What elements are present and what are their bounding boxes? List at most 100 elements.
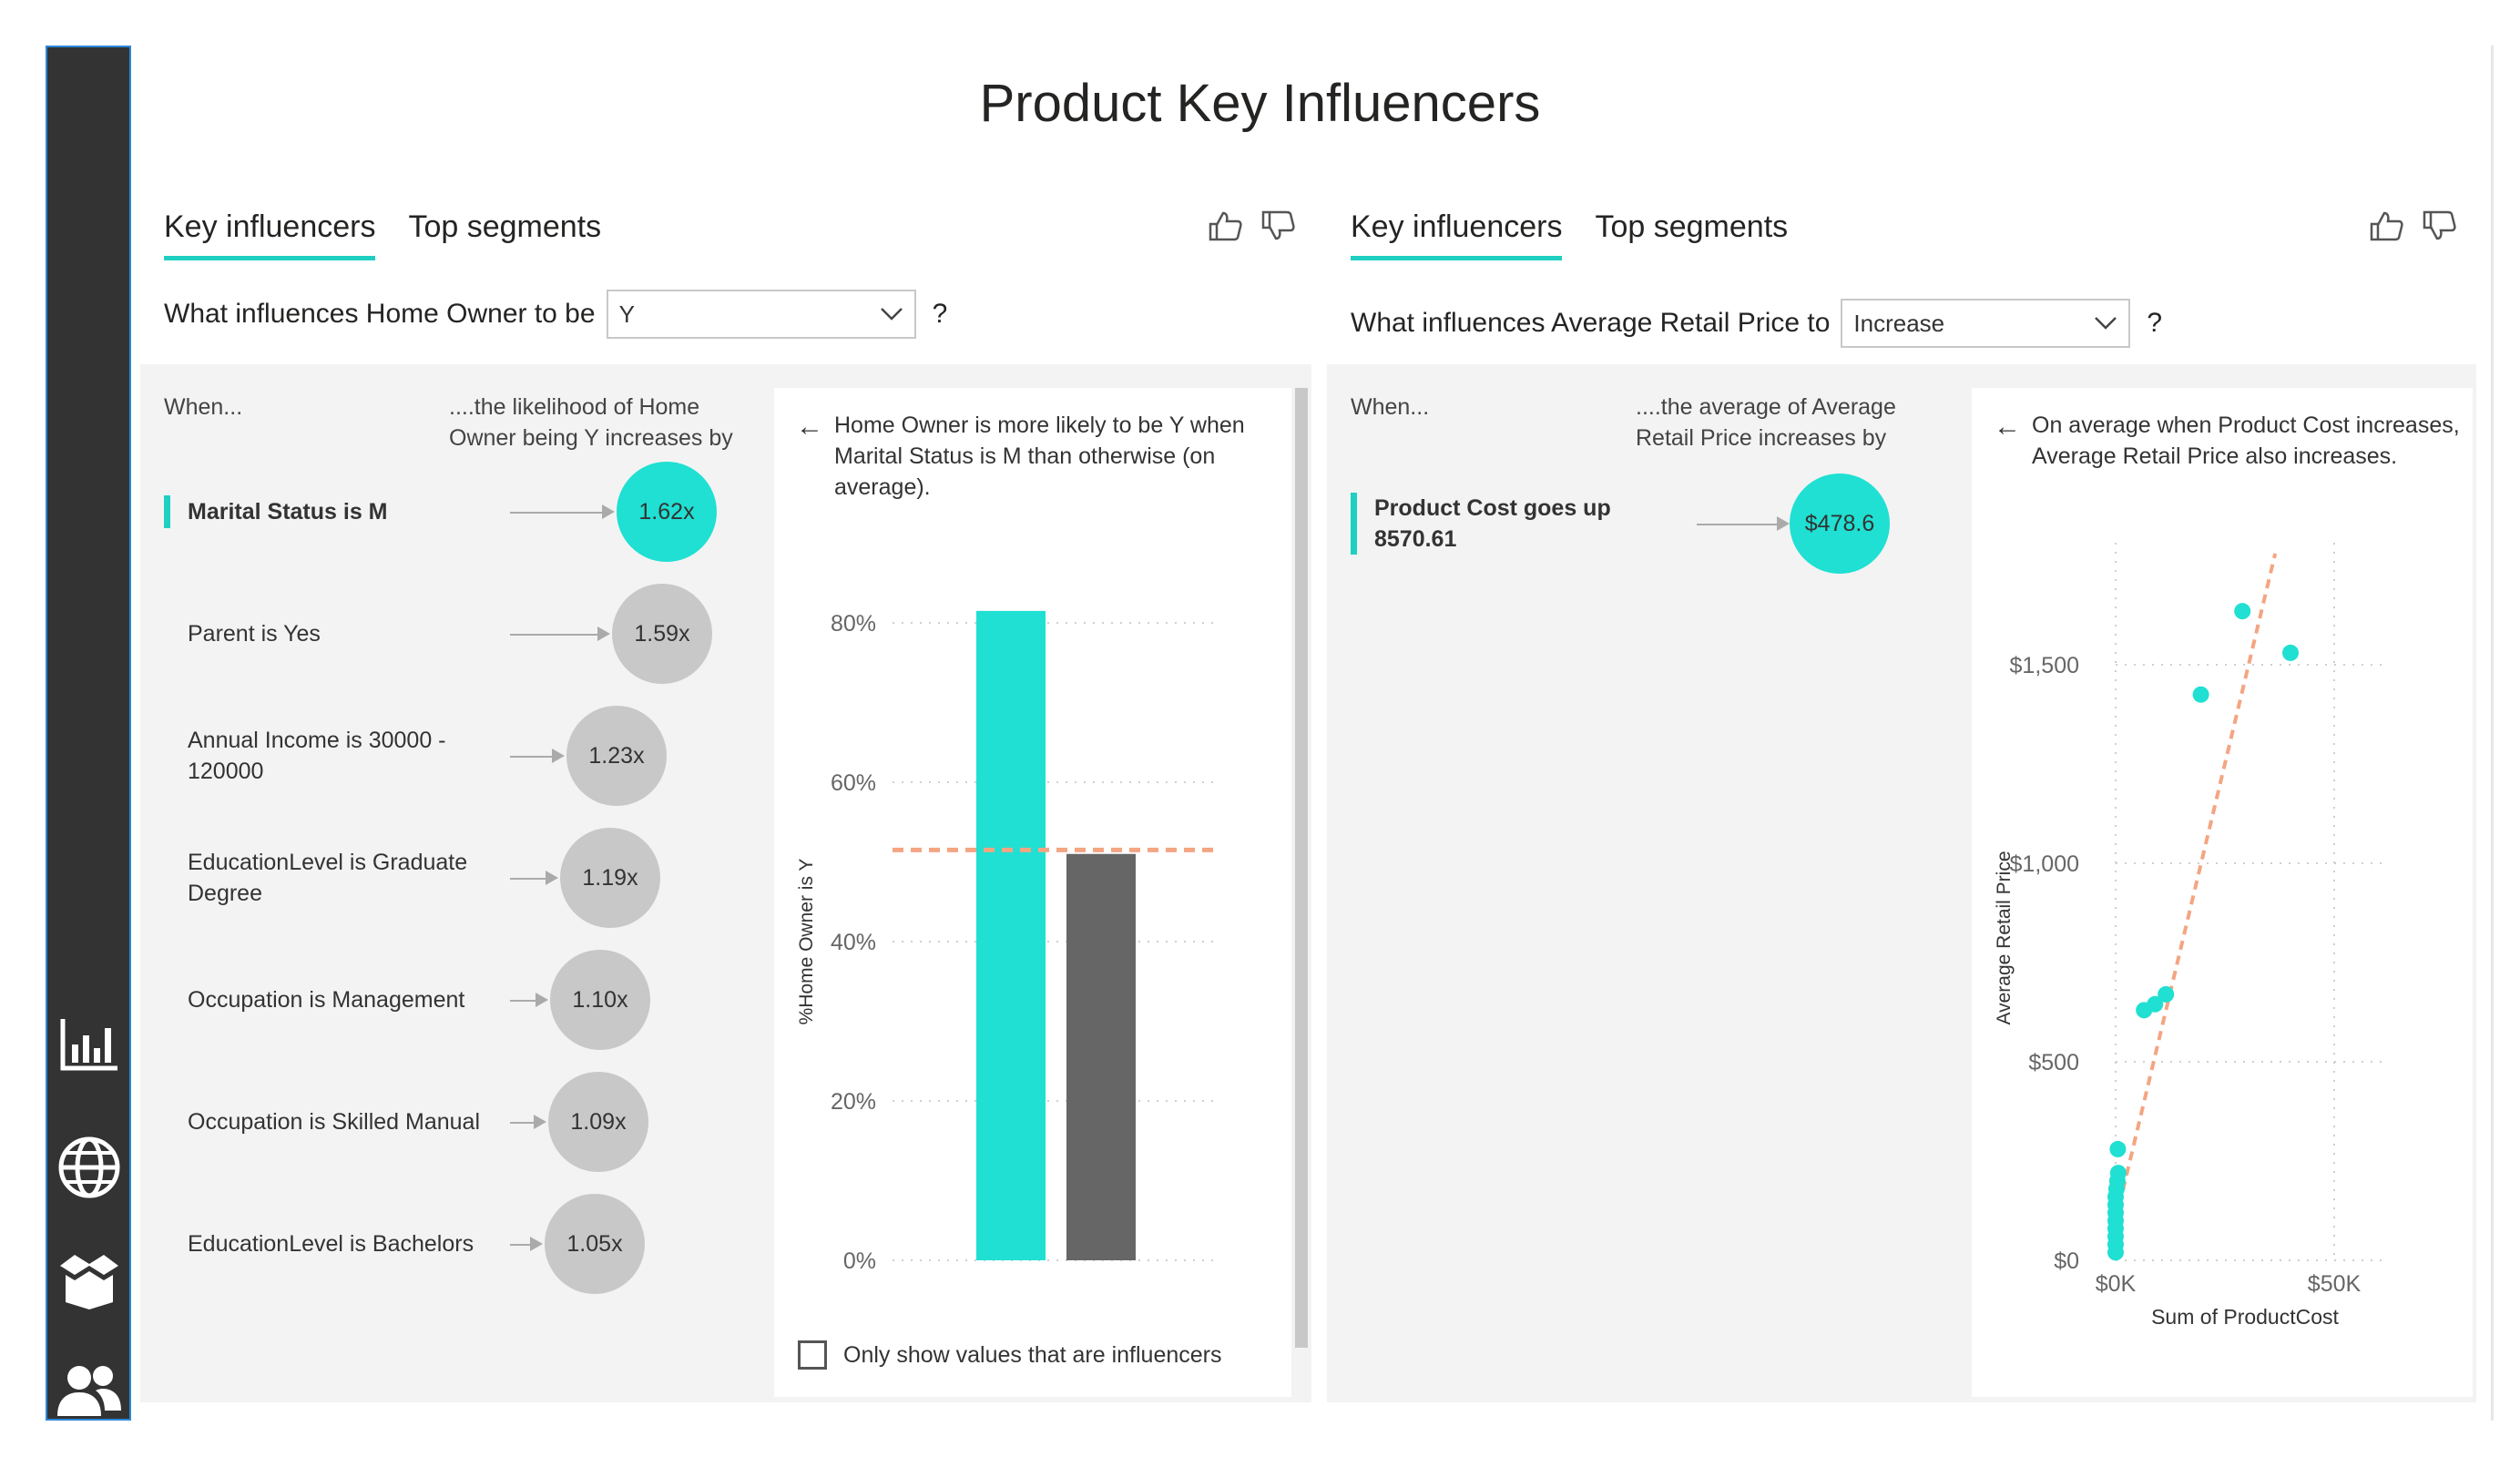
influencer-detail-card: ← Home Owner is more likely to be Y when…: [774, 388, 1291, 1397]
chevron-down-icon: [2095, 317, 2117, 330]
effect-header-line2: Owner being Y increases by: [449, 425, 733, 451]
y-tick-label: 0%: [843, 1248, 876, 1271]
feedback-buttons: [2368, 209, 2457, 242]
x-tick-label: $0K: [2096, 1271, 2137, 1297]
influencer-label: Annual Income is 30000 - 120000: [188, 728, 446, 784]
question-text: What influences Home Owner to be: [164, 299, 596, 329]
thumbs-down-icon[interactable]: [1260, 209, 1296, 242]
data-point: [2192, 686, 2209, 703]
influencer-arrow: [1697, 524, 1779, 525]
question-text: What influences Average Retail Price to: [1351, 308, 1831, 338]
arrowhead: [597, 627, 610, 641]
thumbs-up-icon[interactable]: [1207, 209, 1243, 242]
detail-scrollbar[interactable]: [1295, 388, 1308, 1348]
data-point: [2109, 1165, 2127, 1182]
influencer-row[interactable]: Annual Income is 30000 - 120000 1.23x: [164, 706, 783, 806]
data-point: [2158, 985, 2175, 1003]
tab-top-segments[interactable]: Top segments: [1595, 209, 1788, 260]
arrowhead: [530, 1237, 543, 1251]
influencer-arrow: [510, 1244, 532, 1246]
influencer-detail-card: ← On average when Product Cost increases…: [1972, 388, 2473, 1397]
thumbs-up-icon[interactable]: [2368, 209, 2404, 242]
arrowhead: [1777, 516, 1790, 531]
y-tick-label: $500: [2028, 1050, 2079, 1075]
y-tick-label: 40%: [831, 930, 876, 955]
influencers-only-checkbox-row[interactable]: Only show values that are influencers: [798, 1340, 1222, 1370]
tab-top-segments[interactable]: Top segments: [408, 209, 601, 260]
influencer-row[interactable]: Parent is Yes 1.59x: [164, 584, 783, 684]
retail-price-scatter-chart: $0 $500 $1,000 $1,500 $0K $50K Sum of ProductC…: [1994, 543, 2382, 1329]
effect-header-line1: ....the average of Average: [1636, 394, 1896, 420]
dropdown-value: Y: [618, 300, 635, 328]
data-point: [2282, 644, 2299, 661]
tab-bar: Key influencers Top segments: [164, 209, 601, 260]
arrowhead: [552, 749, 565, 763]
selected-indicator: [164, 495, 170, 528]
bar-s: [1066, 853, 1136, 1260]
influencer-arrow: [510, 756, 554, 758]
arrowhead: [602, 504, 615, 519]
influencer-label: EducationLevel is Bachelors: [188, 1231, 474, 1257]
thumbs-down-icon[interactable]: [2421, 209, 2457, 242]
influencer-row[interactable]: EducationLevel is Graduate Degree 1.19x: [164, 828, 783, 928]
x-tick-label: $50K: [2308, 1271, 2362, 1297]
influencer-arrow: [510, 1122, 536, 1124]
page-edge: [2491, 46, 2494, 1421]
target-value-dropdown[interactable]: Y: [606, 290, 916, 339]
influencer-row[interactable]: Occupation is Management 1.10x: [164, 950, 783, 1050]
users-icon[interactable]: [49, 1350, 129, 1432]
influence-bubble: 1.09x: [548, 1072, 648, 1172]
arrowhead: [536, 993, 548, 1007]
influencer-label: Marital Status is M: [188, 499, 388, 525]
help-icon[interactable]: ?: [2147, 308, 2162, 339]
influencers-only-checkbox[interactable]: [798, 1340, 827, 1370]
influence-bubble: $478.6: [1790, 474, 1890, 574]
influence-bubble: 1.23x: [566, 706, 667, 806]
target-direction-dropdown[interactable]: Increase: [1841, 299, 2131, 348]
home-owner-bar-chart: 0%20%40%60%80%MSMaritalStatus%Home Owner…: [796, 610, 1220, 1271]
data-point: [2109, 1140, 2127, 1157]
tab-key-influencers[interactable]: Key influencers: [1351, 209, 1563, 260]
y-tick-label: 20%: [831, 1089, 876, 1115]
influence-bubble: 1.19x: [560, 828, 660, 928]
y-tick-label: 60%: [831, 770, 876, 796]
influence-bubble: 1.10x: [550, 950, 650, 1050]
data-point: [2234, 603, 2251, 620]
chevron-down-icon: [880, 308, 903, 321]
trend-line: [2114, 553, 2278, 1221]
influencer-label-line1: Product Cost goes up: [1374, 495, 1611, 521]
bar-chart-icon[interactable]: [49, 1004, 129, 1085]
dropdown-value: Increase: [1853, 309, 1945, 337]
y-tick-label: $1,500: [2010, 653, 2079, 678]
box-icon[interactable]: [49, 1240, 129, 1322]
influencer-row[interactable]: Occupation is Skilled Manual 1.09x: [164, 1072, 783, 1172]
key-influencers-visual-home-owner: Key influencers Top segments What influe…: [140, 200, 1311, 1421]
globe-icon[interactable]: [49, 1126, 129, 1208]
influencer-label: Parent is Yes: [188, 621, 321, 647]
influencer-row[interactable]: EducationLevel is Bachelors 1.05x: [164, 1194, 783, 1294]
selected-indicator: [1351, 493, 1357, 555]
influencer-label: Occupation is Skilled Manual: [188, 1109, 480, 1135]
question-row: What influences Home Owner to be Y ?: [164, 290, 947, 339]
influencer-label: Occupation is Management: [188, 987, 465, 1013]
help-icon[interactable]: ?: [933, 299, 948, 330]
influence-bubble: 1.59x: [612, 584, 712, 684]
influencer-arrow: [510, 634, 599, 636]
question-row: What influences Average Retail Price to …: [1351, 299, 2162, 348]
y-axis-title: %Home Owner is Y: [796, 859, 817, 1025]
effect-header-line1: ....the likelihood of Home: [449, 394, 700, 420]
tab-key-influencers[interactable]: Key influencers: [164, 209, 376, 260]
y-tick-label: $1,000: [2010, 851, 2079, 877]
influencer-label: EducationLevel is Graduate Degree: [188, 850, 468, 906]
influencer-arrow: [510, 512, 604, 514]
app-sidebar: [46, 46, 131, 1421]
influencer-row[interactable]: Product Cost goes up 8570.61 $478.6: [1351, 474, 1970, 574]
influencer-row[interactable]: Marital Status is M 1.62x: [164, 462, 783, 562]
y-axis-title: Average Retail Price: [1994, 851, 2015, 1024]
page-title: Product Key Influencers: [979, 74, 1541, 133]
influencer-arrow: [510, 1000, 537, 1002]
feedback-buttons: [1207, 209, 1296, 242]
tab-bar: Key influencers Top segments: [1351, 209, 1788, 260]
when-header: When...: [164, 394, 243, 420]
effect-header-line2: Retail Price increases by: [1636, 425, 1887, 451]
